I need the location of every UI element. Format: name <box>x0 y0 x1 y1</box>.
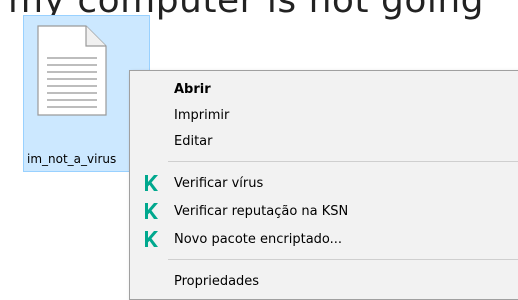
menu-item-scan-virus-label: Verificar vírus <box>174 176 264 191</box>
menu-item-scan-virus[interactable]: Verificar vírus <box>130 170 518 198</box>
menu-item-edit[interactable]: Editar <box>130 128 518 156</box>
menu-item-new-encrypted-package-label: Novo pacote encriptado... <box>174 232 343 247</box>
menu-item-properties-label: Propriedades <box>174 274 260 289</box>
text-document-icon <box>37 25 107 116</box>
menu-item-edit-label: Editar <box>174 134 213 149</box>
context-menu: Abrir Imprimir Editar Verificar vírus Ve… <box>129 70 518 300</box>
menu-item-properties[interactable]: Propriedades <box>130 268 518 296</box>
menu-item-open[interactable]: Abrir <box>130 76 518 104</box>
kaspersky-k-icon <box>145 203 158 219</box>
file-name-label: im_not_a_virus <box>27 152 117 166</box>
menu-separator <box>168 161 518 162</box>
menu-item-check-ksn-reputation-label: Verificar reputação na KSN <box>174 204 349 219</box>
menu-separator <box>168 259 518 260</box>
menu-item-print-label: Imprimir <box>174 108 230 123</box>
menu-item-new-encrypted-package[interactable]: Novo pacote encriptado... <box>130 226 518 254</box>
menu-item-print[interactable]: Imprimir <box>130 102 518 130</box>
kaspersky-k-icon <box>145 175 158 191</box>
kaspersky-k-icon <box>145 231 158 247</box>
menu-item-check-ksn-reputation[interactable]: Verificar reputação na KSN <box>130 198 518 226</box>
menu-item-open-label: Abrir <box>174 82 211 97</box>
